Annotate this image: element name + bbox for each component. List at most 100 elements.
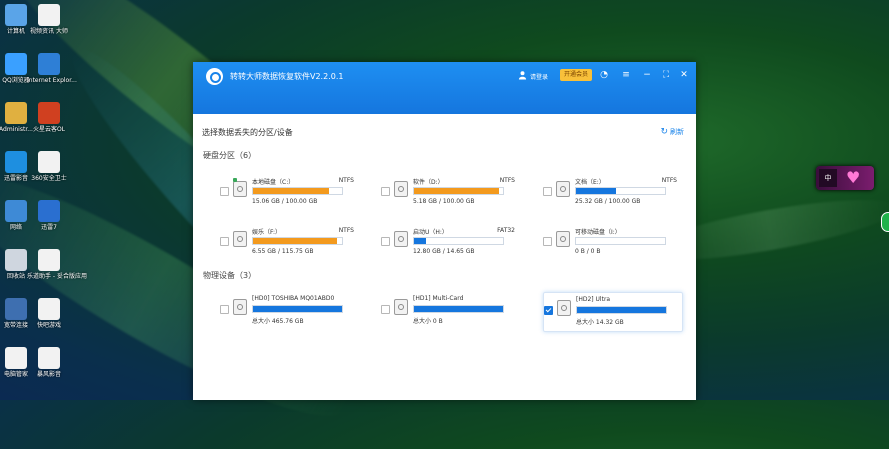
desktop-icon-image bbox=[38, 151, 60, 173]
refresh-icon: ↻ bbox=[660, 127, 668, 137]
usage-fill bbox=[253, 306, 342, 312]
desktop-icon[interactable]: 快吧游戏 bbox=[27, 298, 71, 329]
app-logo-icon bbox=[206, 68, 223, 85]
device-item[interactable]: 娱乐（F:） NTFS 6.55 GB / 115.75 GB bbox=[220, 224, 358, 262]
file-system: NTFS bbox=[338, 177, 354, 184]
device-item[interactable]: 软件（D:） NTFS 5.18 GB / 100.00 GB bbox=[381, 174, 519, 212]
device-size: 总大小 14.32 GB bbox=[576, 319, 624, 326]
device-item[interactable]: 文档（E:） NTFS 25.32 GB / 100.00 GB bbox=[543, 174, 681, 212]
maximize-icon[interactable]: ⛶ bbox=[661, 70, 671, 80]
device-checkbox[interactable] bbox=[220, 305, 229, 314]
app-title: 转转大师数据恢复软件V2.2.0.1 bbox=[230, 72, 344, 81]
drive-icon bbox=[557, 300, 571, 316]
drive-icon bbox=[556, 181, 570, 197]
desktop-icon-image bbox=[38, 102, 60, 124]
file-system: NTFS bbox=[661, 177, 677, 184]
section-title: 物理设备（3） bbox=[203, 271, 257, 280]
desktop-icon-image bbox=[38, 249, 60, 271]
desktop-icon[interactable]: 360安全卫士 bbox=[27, 151, 71, 182]
widget-square: 中 bbox=[819, 169, 837, 187]
desktop-icon-image bbox=[38, 53, 60, 75]
device-name: [HD1] Multi-Card bbox=[413, 295, 464, 302]
title-bar[interactable]: 转转大师数据恢复软件V2.2.0.1 请登录 开通会员 ◔ ≡ − ⛶ ✕ bbox=[193, 62, 696, 114]
desktop-icon-image bbox=[38, 347, 60, 369]
drive-icon bbox=[233, 178, 247, 197]
device-checkbox[interactable] bbox=[220, 237, 229, 246]
refresh-label: 刷新 bbox=[670, 128, 684, 136]
history-icon[interactable]: ◔ bbox=[599, 70, 609, 80]
desktop-icon-image bbox=[38, 298, 60, 320]
file-system: FAT32 bbox=[497, 227, 515, 234]
desktop-icon-image bbox=[5, 347, 27, 369]
desktop-icon-image bbox=[5, 249, 27, 271]
desktop-icon-image bbox=[5, 4, 27, 26]
refresh-button[interactable]: ↻ 刷新 bbox=[660, 127, 684, 137]
drive-icon bbox=[394, 231, 408, 247]
device-item[interactable]: 启动U（H:） FAT32 12.80 GB / 14.65 GB bbox=[381, 224, 519, 262]
desktop-icon[interactable]: Internet Explor... bbox=[27, 53, 77, 84]
page-title: 选择数据丢失的分区/设备 bbox=[202, 128, 293, 137]
desktop-icon-label: 暴风影音 bbox=[36, 371, 61, 378]
desktop-icon[interactable]: 火星云客OL bbox=[27, 102, 71, 133]
usage-fill bbox=[414, 306, 503, 312]
device-size: 5.18 GB / 100.00 GB bbox=[413, 198, 475, 205]
usage-bar bbox=[252, 237, 343, 245]
device-checkbox[interactable] bbox=[220, 187, 229, 196]
desktop-icon-image bbox=[5, 102, 27, 124]
minimize-icon[interactable]: − bbox=[642, 70, 652, 80]
desktop-icon-image bbox=[38, 4, 60, 26]
menu-icon[interactable]: ≡ bbox=[621, 70, 631, 80]
edge-float-button[interactable] bbox=[881, 212, 889, 232]
device-checkbox[interactable] bbox=[381, 237, 390, 246]
usage-fill bbox=[576, 188, 617, 194]
desktop-icon[interactable]: 暴风影音 bbox=[27, 347, 71, 378]
device-checkbox[interactable] bbox=[381, 187, 390, 196]
desktop-icon[interactable]: 视频资讯 大师 bbox=[27, 4, 71, 35]
device-size: 15.06 GB / 100.00 GB bbox=[252, 198, 318, 205]
device-size: 6.55 GB / 115.75 GB bbox=[252, 248, 314, 255]
vip-button[interactable]: 开通会员 bbox=[560, 69, 593, 81]
desktop-icon-image bbox=[5, 298, 27, 320]
device-size: 总大小 465.76 GB bbox=[252, 318, 304, 325]
device-checkbox[interactable] bbox=[544, 306, 553, 315]
drive-icon bbox=[394, 181, 408, 197]
device-item[interactable]: [HD2] Ultra 总大小 14.32 GB bbox=[543, 292, 683, 332]
usage-bar bbox=[413, 305, 504, 313]
device-item[interactable]: 本地磁盘（C:） NTFS 15.06 GB / 100.00 GB bbox=[220, 174, 358, 212]
device-checkbox[interactable] bbox=[381, 305, 390, 314]
desktop-icon-label: Internet Explor... bbox=[27, 77, 77, 84]
device-item[interactable]: 可移动磁盘（I:） 0 B / 0 B bbox=[543, 224, 681, 262]
usage-bar bbox=[252, 305, 343, 313]
usage-bar bbox=[413, 187, 504, 195]
desktop-icon-label: 火星云客OL bbox=[32, 126, 66, 133]
desktop-icon-image bbox=[5, 151, 27, 173]
device-checkbox[interactable] bbox=[543, 237, 552, 246]
usage-fill bbox=[414, 188, 499, 194]
usage-fill bbox=[253, 238, 337, 244]
floating-widget[interactable]: 中 ♥ bbox=[816, 166, 874, 190]
close-icon[interactable]: ✕ bbox=[679, 70, 689, 80]
drive-icon bbox=[556, 231, 570, 247]
usage-fill bbox=[414, 238, 426, 244]
device-name: [HD2] Ultra bbox=[576, 296, 611, 303]
desktop-icon[interactable]: 乐道助手 - 妥合版应用 bbox=[27, 249, 87, 280]
device-checkbox[interactable] bbox=[543, 187, 552, 196]
user-icon[interactable] bbox=[518, 70, 527, 80]
desktop-icon[interactable]: 迅雷7 bbox=[27, 200, 71, 231]
device-name: 本地磁盘（C:） bbox=[252, 179, 295, 186]
file-system: NTFS bbox=[499, 177, 515, 184]
device-name: 可移动磁盘（I:） bbox=[575, 229, 621, 236]
device-name: 娱乐（F:） bbox=[252, 229, 282, 236]
device-item[interactable]: [HD0] TOSHIBA MQ01ABD0 总大小 465.76 GB bbox=[220, 292, 358, 330]
desktop-icon-image bbox=[5, 53, 27, 75]
system-mark-icon bbox=[233, 178, 237, 182]
device-name: 软件（D:） bbox=[413, 179, 444, 186]
usage-bar bbox=[576, 306, 667, 314]
desktop-icon-label: 360安全卫士 bbox=[31, 175, 67, 182]
desktop-icon-image bbox=[5, 200, 27, 222]
drive-icon bbox=[394, 299, 408, 315]
usage-fill bbox=[253, 188, 329, 194]
device-name: [HD0] TOSHIBA MQ01ABD0 bbox=[252, 295, 335, 302]
login-link[interactable]: 请登录 bbox=[530, 72, 548, 81]
device-item[interactable]: [HD1] Multi-Card 总大小 0 B bbox=[381, 292, 519, 330]
